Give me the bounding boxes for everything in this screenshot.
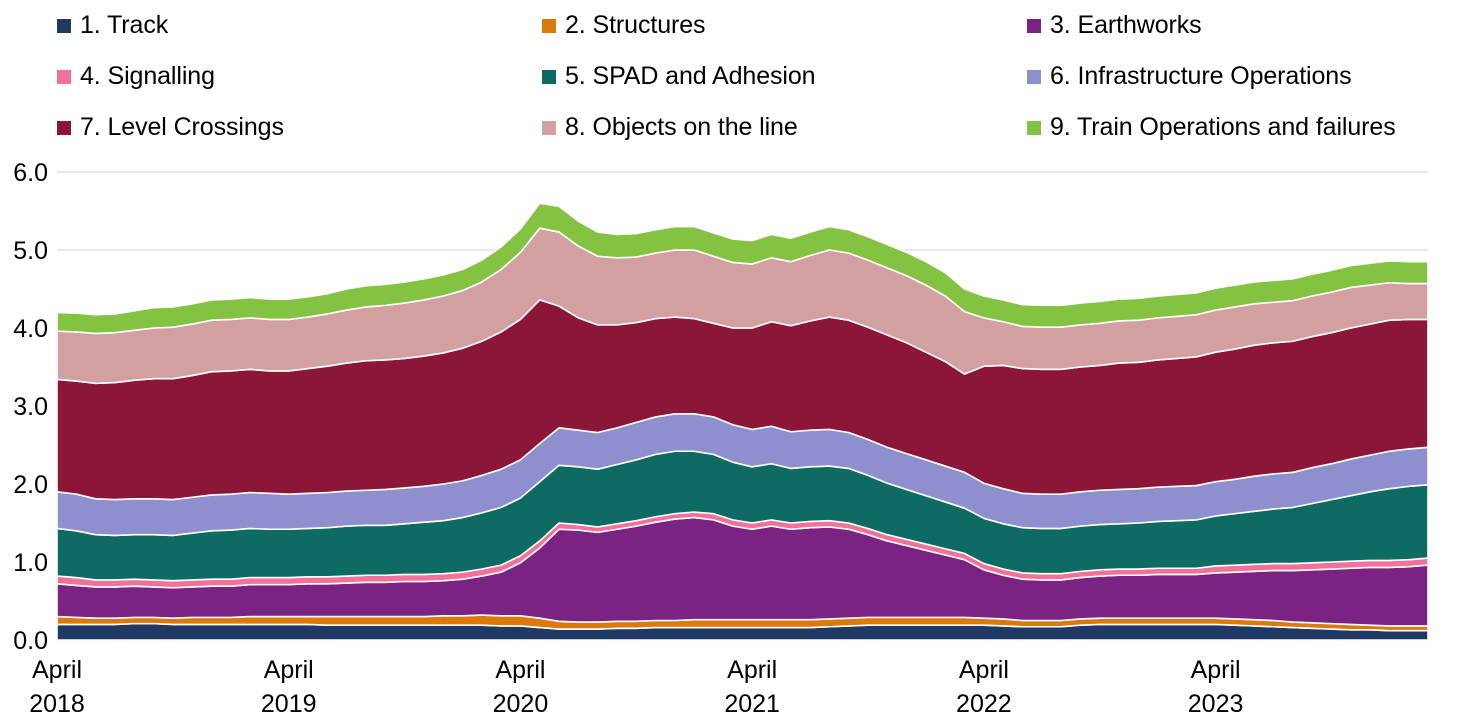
x-axis-tick-label-year: 2019 (261, 690, 317, 718)
square-swatch-icon (57, 18, 71, 33)
y-axis-tick-label: 4.0 (13, 315, 48, 343)
legend-item-label: 9. Train Operations and failures (1050, 113, 1396, 141)
square-swatch-icon (57, 69, 71, 84)
legend-item-label: 4. Signalling (80, 62, 215, 90)
legend-item-structures[interactable]: 2. Structures (542, 13, 1027, 38)
y-axis-tick-label: 5.0 (13, 237, 48, 265)
x-axis-tick-label-month: April (959, 656, 1009, 684)
square-swatch-icon (1027, 69, 1041, 84)
chart-legend: 1. Track 2. Structures 3. Earthworks 4. … (0, 0, 1463, 152)
legend-item-earthworks[interactable]: 3. Earthworks (1027, 13, 1463, 38)
x-axis-tick-label-month: April (495, 656, 545, 684)
square-swatch-icon (542, 69, 556, 84)
x-axis-tick-label-year: 2020 (493, 690, 549, 718)
x-axis-tick-label-year: 2022 (956, 690, 1012, 718)
y-axis-tick-label: 0.0 (13, 627, 48, 655)
x-axis-tick-labels: April 2018 April 2019 April 2020 April 2021 Apri… (29, 656, 1243, 718)
legend-item-track[interactable]: 1. Track (57, 13, 542, 38)
legend-item-infrastructure-operations[interactable]: 6. Infrastructure Operations (1027, 64, 1463, 89)
square-swatch-icon (1027, 120, 1041, 135)
square-swatch-icon (1027, 18, 1041, 33)
legend-item-label: 2. Structures (565, 11, 706, 39)
y-axis-tick-label: 1.0 (13, 549, 48, 577)
x-axis-tick-label-month: April (32, 656, 82, 684)
legend-item-label: 8. Objects on the line (565, 113, 798, 141)
plot-area: 0.0 1.0 2.0 3.0 4.0 5.0 6.0 April 2018 April 2019… (0, 152, 1463, 728)
legend-item-label: 3. Earthworks (1050, 11, 1202, 39)
x-axis-tick-label-year: 2018 (29, 690, 85, 718)
legend-item-label: 6. Infrastructure Operations (1050, 62, 1352, 90)
y-axis-tick-label: 3.0 (13, 393, 48, 421)
legend-item-objects-on-the-line[interactable]: 8. Objects on the line (542, 115, 1027, 140)
square-swatch-icon (542, 18, 556, 33)
legend-item-label: 1. Track (80, 11, 169, 39)
x-axis-tick-label-month: April (264, 656, 314, 684)
stacked-area-chart: 1. Track 2. Structures 3. Earthworks 4. … (0, 0, 1463, 728)
x-axis-tick-label-year: 2021 (724, 690, 780, 718)
legend-item-label: 7. Level Crossings (80, 113, 284, 141)
y-axis-tick-label: 2.0 (13, 471, 48, 499)
square-swatch-icon (542, 120, 556, 135)
y-axis-tick-label: 6.0 (13, 159, 48, 187)
legend-item-train-operations-and-failures[interactable]: 9. Train Operations and failures (1027, 115, 1463, 140)
plot-svg: 0.0 1.0 2.0 3.0 4.0 5.0 6.0 April 2018 April 2019… (13, 159, 1429, 718)
legend-item-signalling[interactable]: 4. Signalling (57, 64, 542, 89)
legend-item-spad-and-adhesion[interactable]: 5. SPAD and Adhesion (542, 64, 1027, 89)
x-axis-tick-label-month: April (727, 656, 777, 684)
series-areas (56, 202, 1429, 641)
x-axis-tick-label-month: April (1191, 656, 1241, 684)
legend-item-label: 5. SPAD and Adhesion (565, 62, 816, 90)
legend-item-level-crossings[interactable]: 7. Level Crossings (57, 115, 542, 140)
x-axis-tick-label-year: 2023 (1188, 690, 1244, 718)
square-swatch-icon (57, 120, 71, 135)
y-axis-tick-labels: 0.0 1.0 2.0 3.0 4.0 5.0 6.0 (13, 159, 48, 655)
